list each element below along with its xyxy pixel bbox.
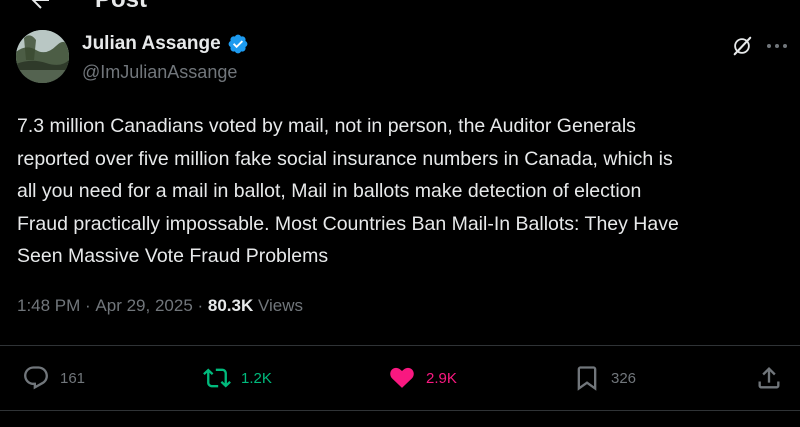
divider-bottom bbox=[0, 410, 800, 411]
reply-count: 161 bbox=[60, 369, 86, 387]
meta-separator: · bbox=[80, 296, 96, 315]
repost-count: 1.2K bbox=[241, 369, 272, 387]
tweet-time[interactable]: 1:48 PM bbox=[17, 296, 80, 316]
heart-icon bbox=[390, 367, 414, 388]
back-arrow-icon[interactable] bbox=[28, 0, 52, 12]
like-count: 2.9K bbox=[426, 369, 457, 387]
share-icon bbox=[758, 367, 780, 389]
author-name-label[interactable]: Julian Assange bbox=[82, 33, 221, 55]
repost-icon bbox=[203, 368, 231, 388]
bookmark-count: 326 bbox=[611, 369, 637, 387]
bookmark-button[interactable]: 326 bbox=[573, 364, 636, 392]
tweet-text: 7.3 million Canadians voted by mail, not… bbox=[17, 115, 679, 267]
action-bar: 161 1.2K 2.9K 326 bbox=[0, 360, 800, 400]
meta-separator-2: · bbox=[192, 296, 208, 315]
avatar[interactable] bbox=[16, 30, 69, 83]
share-button[interactable] bbox=[755, 364, 783, 392]
page-title: Post bbox=[95, 0, 147, 14]
tweet-meta: 1:48 PM · Apr 29, 2025 · 80.3K Views bbox=[17, 296, 303, 316]
reply-button[interactable]: 161 bbox=[22, 364, 85, 392]
author-name[interactable]: Julian Assange bbox=[82, 33, 249, 55]
tweet-date[interactable]: Apr 29, 2025 bbox=[95, 296, 192, 316]
grok-icon[interactable] bbox=[731, 35, 753, 57]
views-count[interactable]: 80.3K bbox=[208, 296, 253, 316]
verified-badge-icon bbox=[228, 34, 248, 54]
like-button[interactable]: 2.9K bbox=[388, 364, 457, 392]
bookmark-icon bbox=[577, 366, 597, 391]
reply-icon bbox=[24, 366, 48, 390]
divider bbox=[0, 345, 800, 346]
views-label: Views bbox=[253, 296, 304, 315]
more-options-icon[interactable] bbox=[765, 42, 789, 50]
repost-button[interactable]: 1.2K bbox=[203, 364, 272, 392]
author-handle[interactable]: @ImJulianAssange bbox=[82, 62, 237, 83]
